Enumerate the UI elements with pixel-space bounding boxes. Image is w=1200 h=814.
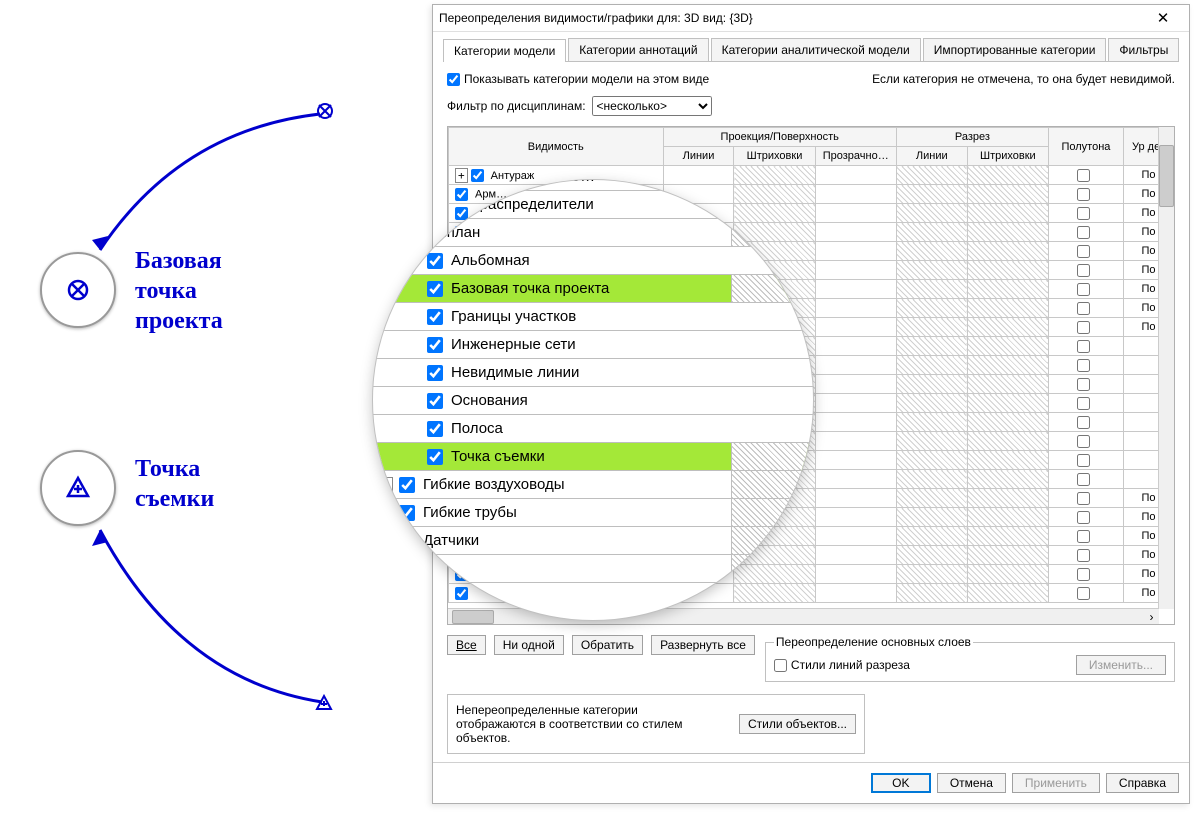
col-section: Разрез	[896, 128, 1048, 147]
lens-row[interactable]: +…	[373, 555, 813, 583]
discipline-filter-label: Фильтр по дисциплинам:	[447, 99, 586, 113]
help-button[interactable]: Справка	[1106, 773, 1179, 793]
discipline-filter-select[interactable]: <несколько>	[592, 96, 712, 116]
basepoint-marker[interactable]	[40, 252, 116, 328]
surveypoint-symbol-small	[315, 694, 333, 715]
lens-row[interactable]: Воздуховоды по осево…	[373, 180, 813, 191]
lens-row[interactable]: –Генплан	[373, 219, 813, 247]
expand-all-button[interactable]: Развернуть все	[651, 635, 755, 655]
cut-line-styles-checkbox[interactable]: Стили линий разреза	[774, 658, 910, 672]
col-projection: Проекция/Поверхность	[663, 128, 896, 147]
tab-filters[interactable]: Фильтры	[1108, 38, 1179, 61]
dialog-title: Переопределения видимости/графики для: 3…	[439, 11, 753, 25]
col-visibility: Видимость	[449, 128, 664, 166]
lens-row[interactable]: Основания	[373, 387, 813, 415]
show-categories-checkbox[interactable]: Показывать категории модели на этом виде	[447, 72, 709, 86]
select-all-button[interactable]: Все	[447, 635, 486, 655]
tab-bar: Категории модели Категории аннотаций Кат…	[443, 38, 1179, 62]
col-halftone: Полутона	[1048, 128, 1123, 166]
lens-row[interactable]: Невидимые линии	[373, 359, 813, 387]
surveypoint-marker[interactable]	[40, 450, 116, 526]
grid-scrollbar-vertical[interactable]	[1158, 127, 1174, 609]
dialog-titlebar[interactable]: Переопределения видимости/графики для: 3…	[433, 5, 1189, 32]
visibility-hint: Если категория не отмечена, то она будет…	[872, 72, 1175, 86]
lens-row[interactable]: Альбомная	[373, 247, 813, 275]
lens-row[interactable]: Полоса	[373, 415, 813, 443]
lens-row[interactable]: Воздухораспределители	[373, 191, 813, 219]
ok-button[interactable]: OK	[871, 773, 931, 793]
modify-button[interactable]: Изменить...	[1076, 655, 1166, 675]
surveypoint-label: Точкасъемки	[135, 454, 214, 514]
apply-button[interactable]: Применить	[1012, 773, 1100, 793]
lens-row[interactable]: Базовая точка проекта	[373, 275, 813, 303]
tab-analytical-categories[interactable]: Категории аналитической модели	[711, 38, 921, 61]
cancel-button[interactable]: Отмена	[937, 773, 1006, 793]
lens-row[interactable]: Точка съемки	[373, 443, 813, 471]
select-none-button[interactable]: Ни одной	[494, 635, 564, 655]
tab-annotation-categories[interactable]: Категории аннотаций	[568, 38, 708, 61]
basepoint-symbol-small	[316, 102, 334, 123]
override-note: Непереопределенные категории отображаютс…	[456, 703, 719, 745]
lens-row[interactable]: +Гибкие трубы	[373, 499, 813, 527]
lens-row[interactable]: Инженерные сети	[373, 331, 813, 359]
callout-arrows	[0, 0, 420, 814]
basepoint-label: Базоваяточкапроекта	[135, 246, 223, 336]
lens-row[interactable]: +Гибкие воздуховоды	[373, 471, 813, 499]
dialog-footer: OK Отмена Применить Справка	[433, 762, 1189, 803]
lens-row[interactable]: Датчики	[373, 527, 813, 555]
object-styles-button[interactable]: Стили объектов...	[739, 714, 856, 734]
lens-row[interactable]: Границы участков	[373, 303, 813, 331]
magnifier-lens: Воздуховоды по осево…Воздухораспределите…	[373, 180, 813, 620]
close-icon[interactable]: ✕	[1143, 9, 1183, 27]
model-viewport: Базоваяточкапроекта Точкасъемки	[0, 0, 420, 814]
tab-model-categories[interactable]: Категории модели	[443, 39, 566, 62]
tab-imported-categories[interactable]: Импортированные категории	[923, 38, 1107, 61]
invert-button[interactable]: Обратить	[572, 635, 643, 655]
host-layers-fieldset: Переопределение основных слоев Стили лин…	[765, 635, 1175, 682]
